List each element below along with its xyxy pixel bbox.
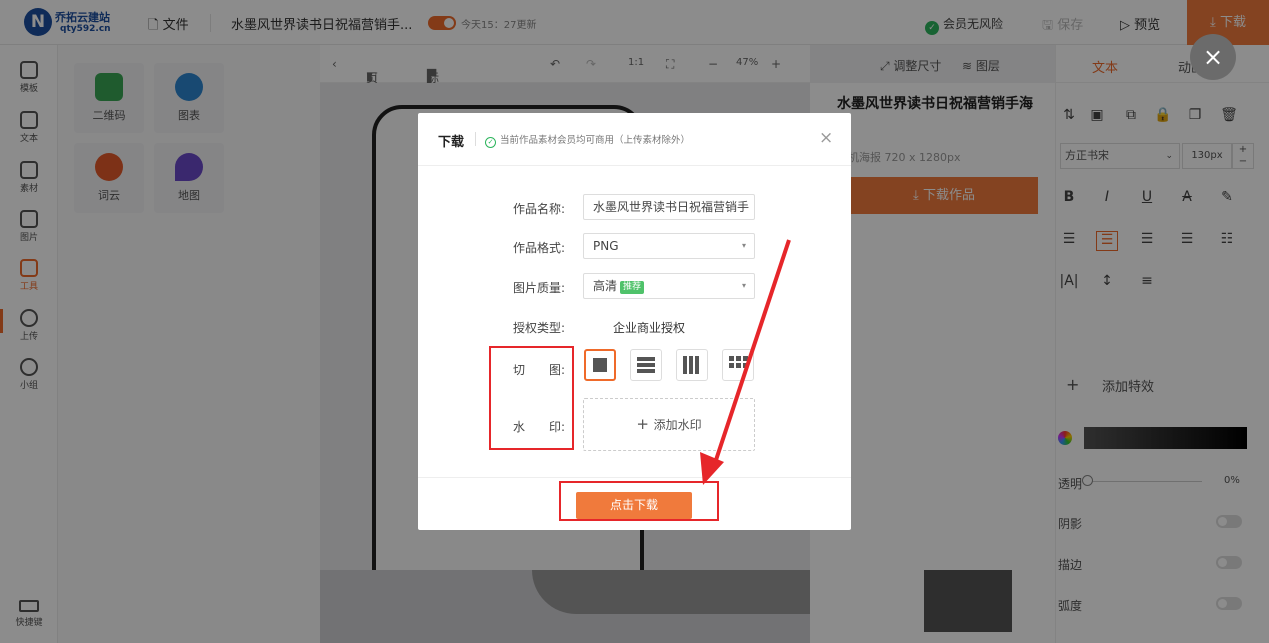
arrow-head: [700, 452, 724, 485]
close-icon[interactable]: ×: [1190, 34, 1236, 80]
arrow-shaft: [714, 239, 791, 461]
annotation-arrow: [700, 239, 791, 485]
